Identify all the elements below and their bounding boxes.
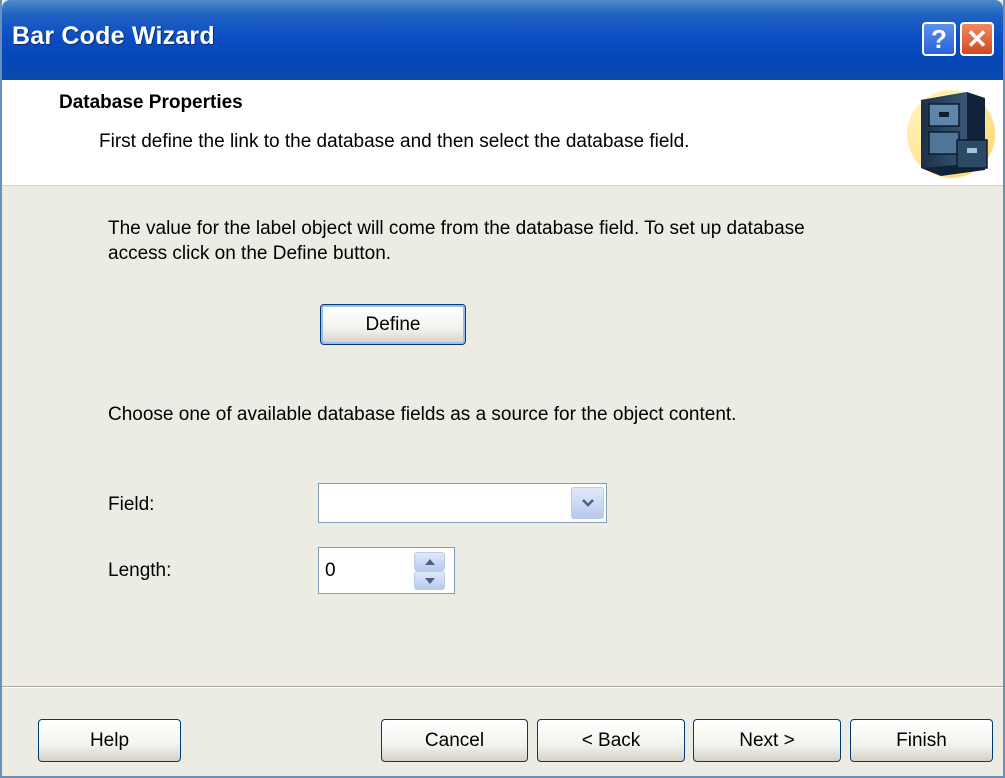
decrement-arrow-icon[interactable] [414, 571, 445, 590]
title-bar[interactable]: Bar Code Wizard ? ✕ [2, 0, 1003, 80]
cancel-button[interactable]: Cancel [381, 719, 528, 762]
field-label: Field: [108, 494, 155, 515]
wizard-window: Bar Code Wizard ? ✕ Database Properties … [0, 0, 1005, 778]
length-stepper[interactable]: 0 [318, 547, 455, 594]
length-value: 0 [325, 560, 336, 581]
next-button[interactable]: Next > [693, 719, 841, 762]
help-button[interactable]: Help [38, 719, 181, 762]
close-button[interactable]: ✕ [960, 22, 994, 56]
help-title-button[interactable]: ? [922, 22, 956, 56]
define-button[interactable]: Define [320, 304, 466, 345]
chevron-down-icon[interactable] [571, 487, 604, 519]
window-title: Bar Code Wizard [12, 22, 215, 50]
footer-separator [2, 686, 1003, 688]
increment-arrow-icon[interactable] [414, 552, 445, 571]
field-dropdown[interactable] [318, 483, 607, 523]
database-cabinet-icon [907, 90, 995, 178]
length-label: Length: [108, 560, 172, 581]
intro-text-line-1: The value for the label object will come… [108, 218, 805, 239]
finish-button[interactable]: Finish [850, 719, 993, 762]
back-button[interactable]: < Back [537, 719, 685, 762]
choose-field-text: Choose one of available database fields … [108, 404, 737, 425]
page-subtitle: First define the link to the database an… [99, 131, 690, 152]
page-title: Database Properties [59, 92, 243, 113]
intro-text-line-2: access click on the Define button. [108, 243, 392, 264]
wizard-header: Database Properties First define the lin… [2, 80, 1003, 186]
